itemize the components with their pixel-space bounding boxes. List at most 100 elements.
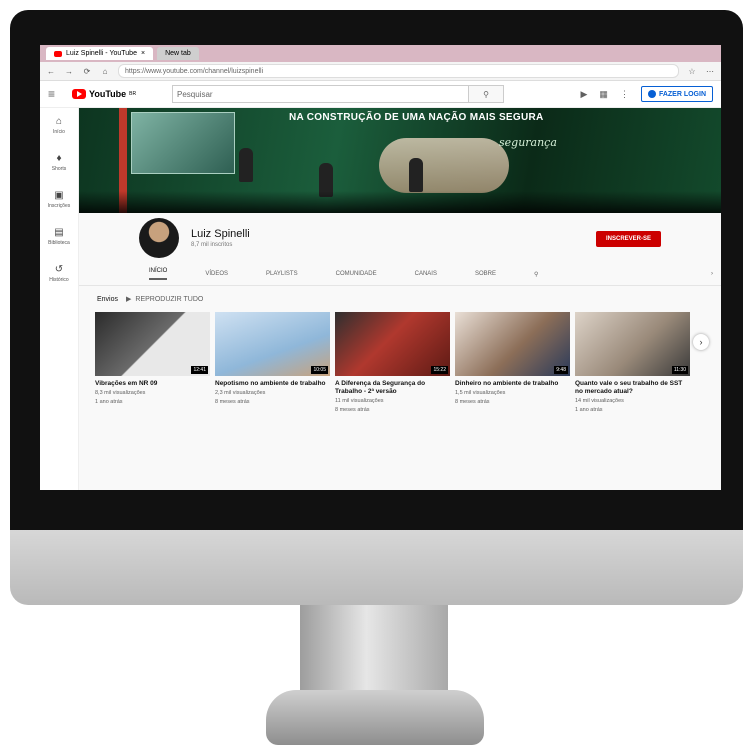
tab-channels[interactable]: CANAIS bbox=[415, 271, 437, 277]
monitor-stand-base bbox=[266, 690, 484, 745]
search-input[interactable]: Pesquisar bbox=[173, 90, 468, 99]
video-duration: 12:41 bbox=[191, 366, 208, 374]
forward-icon[interactable]: → bbox=[64, 67, 74, 76]
tab-home[interactable]: INÍCIO bbox=[149, 268, 168, 280]
video-age: 8 meses atrás bbox=[335, 407, 370, 413]
tab-playlists[interactable]: PLAYLISTS bbox=[266, 271, 298, 277]
video-views: 11 mil visualizações bbox=[335, 398, 384, 404]
video-duration: 11:30 bbox=[671, 366, 688, 374]
channel-header: Luiz Spinelli 8,7 mil inscritos INSCREVE… bbox=[79, 213, 721, 263]
channel-banner: NA CONSTRUÇÃO DE UMA NAÇÃO MAIS SEGURA s… bbox=[79, 108, 721, 213]
tab-videos[interactable]: VÍDEOS bbox=[205, 271, 228, 277]
video-card[interactable]: 11:30 Quanto vale o seu trabalho de SST … bbox=[575, 312, 690, 414]
close-icon[interactable]: × bbox=[141, 50, 145, 57]
more-vert-icon[interactable]: ⋮ bbox=[620, 89, 629, 100]
avatar[interactable] bbox=[139, 218, 179, 258]
banner-person bbox=[409, 158, 423, 192]
video-views: 1,5 mil visualizações bbox=[455, 390, 506, 396]
tab-community[interactable]: COMUNIDADE bbox=[336, 271, 377, 277]
youtube-header: ≡ YouTube BR Pesquisar ⚲ ▶ ▦ ⋮ FAZER LOGI… bbox=[40, 81, 721, 108]
video-age: 1 ano atrás bbox=[95, 399, 123, 405]
video-card[interactable]: 15:22 A Diferença da Segurança do Trabal… bbox=[335, 312, 450, 414]
screen: Luiz Spinelli - YouTube × New tab ← → ⟳ … bbox=[40, 45, 721, 490]
video-thumbnail[interactable]: 9:48 bbox=[455, 312, 570, 376]
banner-presentation-screen bbox=[131, 112, 235, 174]
youtube-logo[interactable]: YouTube BR bbox=[72, 89, 152, 99]
browser-tabbar: Luiz Spinelli - YouTube × New tab bbox=[40, 45, 721, 62]
browser-tab-inactive[interactable]: New tab bbox=[157, 47, 199, 60]
subscribe-button[interactable]: INSCREVER-SE bbox=[595, 231, 661, 247]
menu-dots-icon[interactable]: ⋯ bbox=[705, 67, 715, 76]
tab-label: New tab bbox=[165, 50, 191, 57]
video-age: 1 ano atrás bbox=[575, 407, 603, 413]
video-age: 8 meses atrás bbox=[215, 399, 250, 405]
url-field[interactable]: https://www.youtube.com/channel/luizspin… bbox=[118, 64, 679, 78]
browser-tab-active[interactable]: Luiz Spinelli - YouTube × bbox=[46, 47, 154, 60]
monitor-chin bbox=[10, 530, 743, 605]
star-icon[interactable]: ☆ bbox=[687, 67, 697, 76]
video-thumbnail[interactable]: 10:05 bbox=[215, 312, 330, 376]
channel-name: Luiz Spinelli bbox=[191, 228, 250, 240]
video-title[interactable]: Quanto vale o seu trabalho de SST no mer… bbox=[575, 380, 690, 396]
play-icon: ▶ bbox=[126, 296, 132, 303]
video-card[interactable]: 10:05 Nepotismo no ambiente de trabalho … bbox=[215, 312, 330, 414]
home-browser-icon[interactable]: ⌂ bbox=[100, 67, 110, 76]
banner-slogan: NA CONSTRUÇÃO DE UMA NAÇÃO MAIS SEGURA bbox=[289, 112, 544, 123]
channel-tabs: INÍCIO VÍDEOS PLAYLISTS COMUNIDADE CANAI… bbox=[79, 263, 721, 286]
search-button[interactable]: ⚲ bbox=[468, 86, 503, 102]
sidebar: ⌂ Início ♦ Shorts ▣ Inscrições ▤ Biblioteca … bbox=[40, 108, 79, 490]
signin-button[interactable]: FAZER LOGIN bbox=[640, 86, 713, 102]
play-all-button[interactable]: ▶ REPRODUZIR TUDO bbox=[126, 295, 203, 304]
channel-search-icon[interactable]: ⚲ bbox=[534, 271, 538, 278]
sidebar-item-subscriptions[interactable]: ▣ Inscrições bbox=[48, 190, 71, 209]
video-duration: 10:05 bbox=[311, 366, 328, 374]
channel-page: NA CONSTRUÇÃO DE UMA NAÇÃO MAIS SEGURA s… bbox=[79, 108, 721, 490]
video-title[interactable]: Nepotismo no ambiente de trabalho bbox=[215, 380, 330, 388]
library-icon: ▤ bbox=[54, 227, 64, 238]
youtube-favicon-icon bbox=[54, 50, 62, 57]
reload-icon[interactable]: ⟳ bbox=[82, 67, 92, 76]
search-box: Pesquisar ⚲ bbox=[172, 85, 504, 103]
video-title[interactable]: Dinheiro no ambiente de trabalho bbox=[455, 380, 570, 388]
chevron-right-icon[interactable]: › bbox=[711, 271, 713, 277]
section-title: Envios bbox=[97, 295, 119, 303]
sidebar-item-home[interactable]: ⌂ Início bbox=[53, 116, 65, 135]
apps-grid-icon[interactable]: ▦ bbox=[599, 89, 608, 100]
back-icon[interactable]: ← bbox=[46, 67, 56, 76]
header-actions: ▶ ▦ ⋮ FAZER LOGIN bbox=[581, 86, 713, 102]
uploads-section-header: Envios ▶ REPRODUZIR TUDO bbox=[79, 286, 721, 312]
video-views: 14 mil visualizações bbox=[575, 398, 624, 404]
video-thumbnail[interactable]: 12:41 bbox=[95, 312, 210, 376]
chevron-right-icon: › bbox=[699, 337, 703, 347]
subscriber-count: 8,7 mil inscritos bbox=[191, 242, 233, 248]
youtube-play-icon bbox=[72, 89, 86, 99]
video-age: 8 meses atrás bbox=[455, 399, 490, 405]
video-title[interactable]: Vibrações em NR 09 bbox=[95, 380, 210, 388]
account-icon bbox=[647, 90, 656, 98]
sidebar-item-shorts[interactable]: ♦ Shorts bbox=[52, 153, 66, 172]
video-duration: 9:48 bbox=[554, 366, 568, 374]
monitor-stand-neck bbox=[300, 605, 448, 695]
search-icon: ⚲ bbox=[483, 89, 489, 99]
address-bar: ← → ⟳ ⌂ https://www.youtube.com/channel/… bbox=[40, 62, 721, 81]
banner-speaker bbox=[239, 148, 253, 182]
video-views: 8,3 mil visualizações bbox=[95, 390, 146, 396]
video-title[interactable]: A Diferença da Segurança do Trabalho - 2… bbox=[335, 380, 450, 396]
video-thumbnail[interactable]: 11:30 bbox=[575, 312, 690, 376]
banner-hand-image bbox=[379, 138, 509, 193]
create-video-icon[interactable]: ▶ bbox=[581, 89, 588, 100]
tab-about[interactable]: SOBRE bbox=[475, 271, 496, 277]
sidebar-item-library[interactable]: ▤ Biblioteca bbox=[48, 227, 70, 246]
video-thumbnail[interactable]: 15:22 bbox=[335, 312, 450, 376]
shorts-icon: ♦ bbox=[56, 153, 62, 164]
video-card[interactable]: 12:41 Vibrações em NR 09 8,3 mil visuali… bbox=[95, 312, 210, 414]
shelf-next-button[interactable]: › bbox=[693, 334, 709, 350]
banner-script-text: segurança bbox=[499, 136, 557, 149]
tab-label: Luiz Spinelli - YouTube bbox=[66, 50, 137, 57]
history-icon: ↺ bbox=[54, 264, 64, 275]
hamburger-menu-icon[interactable]: ≡ bbox=[48, 87, 62, 101]
home-icon: ⌂ bbox=[55, 116, 63, 127]
video-card[interactable]: 9:48 Dinheiro no ambiente de trabalho 1,… bbox=[455, 312, 570, 414]
subscriptions-icon: ▣ bbox=[54, 190, 64, 201]
sidebar-item-history[interactable]: ↺ Histórico bbox=[49, 264, 68, 283]
